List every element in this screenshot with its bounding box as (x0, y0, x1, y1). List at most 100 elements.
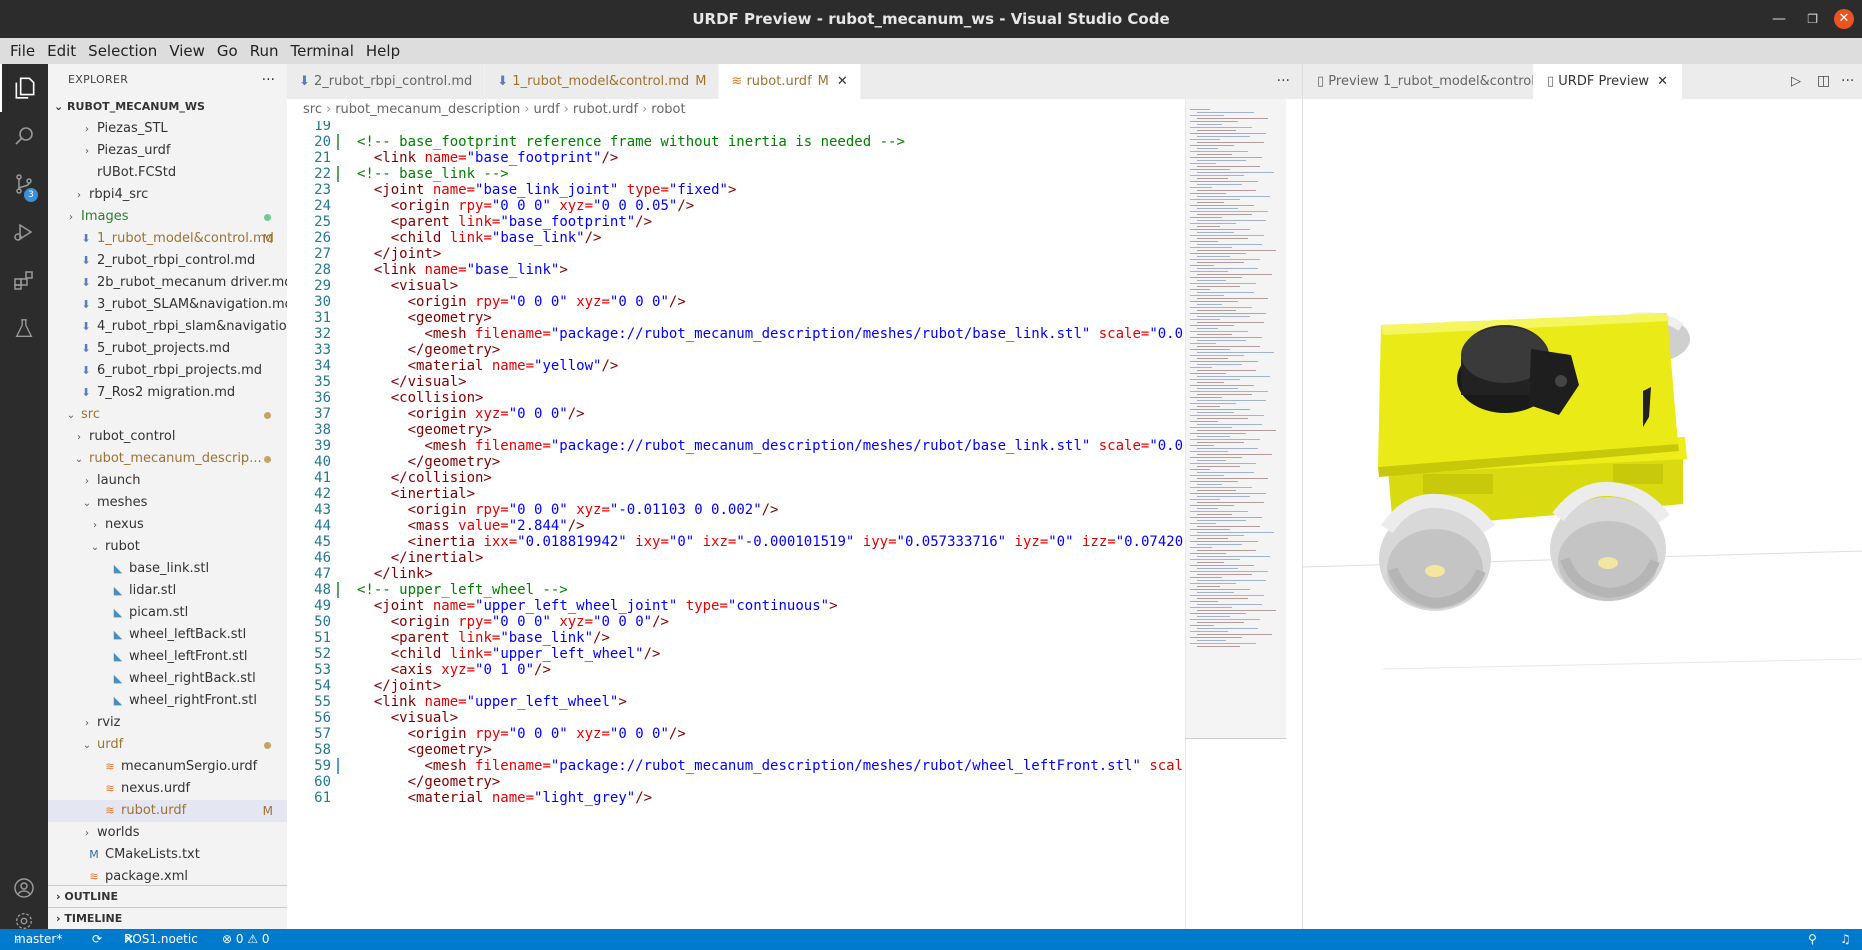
tree-item[interactable]: ≋ mecanumSergio.urdf (48, 756, 287, 778)
tree-item[interactable]: ⬇ 6_rubot_rbpi_projects.md (48, 360, 287, 382)
account-icon[interactable] (0, 864, 48, 912)
minimize-icon[interactable]: — (1772, 0, 1786, 38)
menu-run[interactable]: Run (244, 42, 285, 60)
menu-selection[interactable]: Selection (82, 42, 163, 60)
code-editor[interactable]: 19 20 <!-- base_footprint reference frame … (287, 121, 1185, 929)
accounts-feedback-icon[interactable]: ⚲ (1808, 929, 1817, 950)
tree-item[interactable]: › rbpi4_src (48, 184, 287, 206)
tree-item[interactable]: › rviz (48, 712, 287, 734)
tree-item[interactable]: ◣ wheel_rightBack.stl (48, 668, 287, 690)
tree-item[interactable]: ⌄ rubot_mecanum_descrip... (48, 448, 287, 470)
tree-item[interactable]: › worlds (48, 822, 287, 844)
stl-file-icon: ◣ (113, 562, 123, 575)
line-number: 54 (314, 678, 331, 694)
menu-go[interactable]: Go (211, 42, 244, 60)
chevron-down-icon: ⌄ (82, 498, 92, 509)
testing-icon[interactable] (0, 304, 48, 352)
stl-file-icon: ◣ (113, 650, 123, 663)
maximize-icon[interactable]: ❐ (1807, 0, 1818, 38)
menu-edit[interactable]: Edit (41, 42, 82, 60)
tree-item[interactable]: ◣ wheel_leftBack.stl (48, 624, 287, 646)
editor-tab[interactable]: ⬇ 2_rubot_rbpi_control.md (287, 64, 486, 99)
editor-tab[interactable]: ≋ rubot.urdf M ✕ (719, 64, 861, 99)
code-token: /> (601, 150, 619, 166)
tree-item[interactable]: ⬇ 7_Ros2 migration.md (48, 382, 287, 404)
code-token: <inertia (407, 534, 484, 550)
tree-item[interactable]: › Images (48, 206, 287, 228)
tree-item[interactable]: ⌄ meshes (48, 492, 287, 514)
tree-item[interactable]: ◣ wheel_leftFront.stl (48, 646, 287, 668)
breadcrumb-item[interactable]: rubot.urdf (573, 102, 638, 117)
split-editor-icon[interactable]: ◫ (1817, 64, 1830, 99)
tree-item[interactable]: ⬇ 2b_rubot_mecanum driver.md (48, 272, 287, 294)
timeline-section[interactable]: › TIMELINE (48, 907, 287, 929)
breadcrumb-separator-icon: › (642, 102, 648, 117)
code-token: <link (373, 694, 425, 710)
menu-view[interactable]: View (163, 42, 211, 60)
tree-item[interactable]: M CMakeLists.txt (48, 844, 287, 866)
code-token: <!-- base_footprint reference frame with… (357, 134, 905, 150)
code-token: "0 0 0" (491, 614, 551, 630)
tree-item[interactable]: ⬇ 3_rubot_SLAM&navigation.md (48, 294, 287, 316)
tree-item[interactable]: › Piezas_STL (48, 118, 287, 140)
source-control-icon[interactable]: 3 (0, 160, 48, 208)
sync-icon[interactable]: ⟳ (92, 929, 102, 950)
breadcrumb-item[interactable]: rubot_mecanum_description (335, 102, 520, 117)
code-token: /> (584, 230, 602, 246)
tree-item[interactable]: › rubot_control (48, 426, 287, 448)
code-token: ixx= (483, 534, 518, 550)
editor-more-icon[interactable]: ··· (1277, 64, 1290, 99)
breadcrumb-item[interactable]: urdf (533, 102, 559, 117)
minimap[interactable] (1185, 99, 1302, 929)
tree-item[interactable]: ⌄ urdf (48, 734, 287, 756)
tree-item[interactable]: ◣ wheel_rightFront.stl (48, 690, 287, 712)
menu-file[interactable]: File (4, 42, 41, 60)
search-icon[interactable] (0, 112, 48, 160)
explorer-icon[interactable] (0, 64, 48, 112)
tree-item[interactable]: ⬇ 4_rubot_rbpi_slam&navigation... (48, 316, 287, 338)
breadcrumb-item[interactable]: robot (651, 102, 685, 117)
close-tab-icon[interactable]: ✕ (1657, 74, 1668, 89)
minimap-viewport[interactable] (1186, 99, 1286, 739)
workspace-root[interactable]: ⌄ RUBOT_MECANUM_WS (48, 96, 287, 118)
tree-item[interactable]: ⬇ 1_rubot_model&control.md M (48, 228, 287, 250)
more-actions-icon[interactable]: ··· (1841, 64, 1854, 99)
settings-gear-icon[interactable] (0, 912, 48, 929)
menu-help[interactable]: Help (360, 42, 406, 60)
tab-urdf-preview[interactable]: ▯ URDF Preview ✕ (1533, 64, 1682, 99)
editor-tab[interactable]: ⬇ 1_rubot_model&control.md M (485, 64, 720, 99)
tree-item[interactable]: ≋ rubot.urdf M (48, 800, 287, 822)
stl-file-icon: ◣ (113, 584, 123, 597)
code-token: <geometry> (407, 422, 492, 438)
close-window-icon[interactable]: ✕ (1834, 9, 1854, 29)
tree-item[interactable]: ≋ nexus.urdf (48, 778, 287, 800)
outline-section[interactable]: › OUTLINE (48, 885, 287, 907)
breadcrumb-item[interactable]: src (303, 102, 322, 117)
problems-indicator[interactable]: ⊗ 0 ⚠ 0 (222, 929, 270, 950)
menu-terminal[interactable]: Terminal (285, 42, 360, 60)
close-tab-icon[interactable]: ✕ (837, 74, 848, 89)
tree-item[interactable]: ⌄ rubot (48, 536, 287, 558)
tree-item[interactable]: ◣ picam.stl (48, 602, 287, 624)
line-number: 37 (314, 406, 331, 422)
code-token: "light_grey" (534, 790, 636, 806)
tree-item[interactable]: › launch (48, 470, 287, 492)
notifications-bell-icon[interactable]: ♫ (1840, 929, 1851, 950)
run-debug-icon[interactable] (0, 208, 48, 256)
tree-item[interactable]: › Piezas_urdf (48, 140, 287, 162)
robot-3d-view[interactable] (1302, 99, 1862, 929)
code-token: /> (567, 518, 585, 534)
tree-item[interactable]: ◣ base_link.stl (48, 558, 287, 580)
run-icon[interactable]: ▷ (1791, 64, 1801, 99)
explorer-more-icon[interactable]: ··· (262, 64, 275, 96)
tree-item[interactable]: ⬇ 2_rubot_rbpi_control.md (48, 250, 287, 272)
tree-item[interactable]: ◣ lidar.stl (48, 580, 287, 602)
extensions-icon[interactable] (0, 256, 48, 304)
tree-item[interactable]: › nexus (48, 514, 287, 536)
tree-item[interactable]: ⌄ src (48, 404, 287, 426)
tree-item[interactable]: ⬇ 5_rubot_projects.md (48, 338, 287, 360)
code-line: <collision> (357, 390, 484, 406)
tree-item[interactable]: rUBot.FCStd (48, 162, 287, 184)
